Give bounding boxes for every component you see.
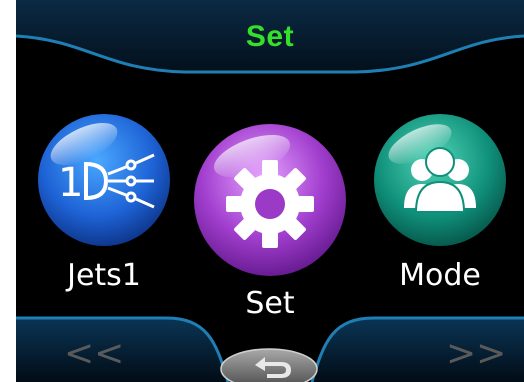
back-button[interactable] xyxy=(219,345,319,382)
return-arrow-icon xyxy=(220,348,318,382)
next-button[interactable]: >> xyxy=(446,336,506,372)
jets1-label: Jets1 xyxy=(67,258,141,293)
gear-icon xyxy=(194,124,346,276)
svg-text:1: 1 xyxy=(58,160,83,206)
mode-label: Mode xyxy=(399,258,481,293)
device-screen: Set 1 Jets1 Set Mode << >> xyxy=(16,0,524,382)
users-icon xyxy=(374,114,506,246)
set-label: Set xyxy=(245,286,295,321)
set-button[interactable] xyxy=(192,122,348,278)
jets1-button[interactable]: 1 xyxy=(36,112,172,248)
page-title: Set xyxy=(245,20,295,53)
prev-button[interactable]: << xyxy=(64,336,124,372)
jets-1-icon: 1 xyxy=(38,114,170,246)
mode-button[interactable] xyxy=(372,112,508,248)
